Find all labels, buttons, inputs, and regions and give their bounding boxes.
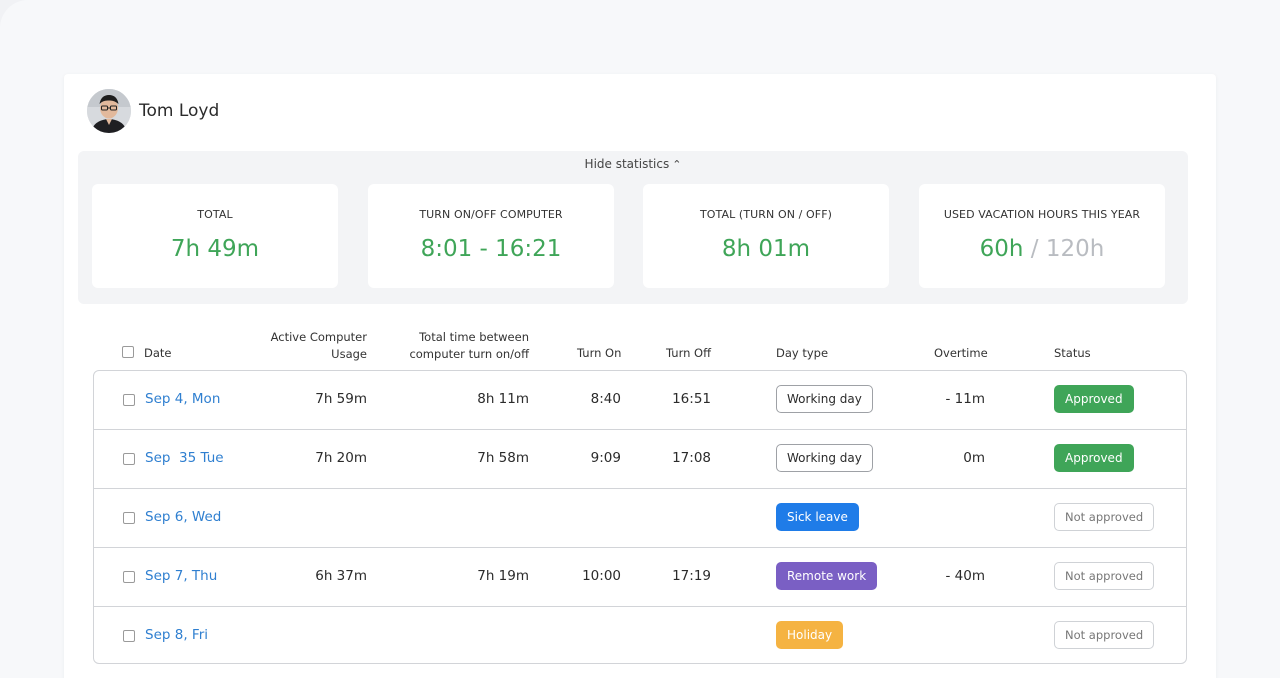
vacation-limit: 120h — [1045, 236, 1105, 262]
vacation-separator: / — [1030, 236, 1039, 262]
stat-value: 8h 01m — [721, 236, 811, 262]
table-row: Sep 8, Fri Holiday Not approved — [94, 607, 1186, 663]
status-badge[interactable]: Not approved — [1054, 503, 1155, 531]
header-total-line2: computer turn on/off — [409, 347, 529, 361]
row-total-time: 7h 58m — [477, 450, 529, 466]
status-cell: Not approved — [1054, 548, 1155, 606]
status-cell: Not approved — [1054, 489, 1155, 547]
day-type-cell: Working day — [776, 430, 873, 488]
header-turn-off: Turn Off — [666, 346, 712, 360]
statistics-panel: Hide statistics ⌃ TOTAL 7h 49m TURN ON/OF… — [78, 151, 1188, 304]
select-all-checkbox[interactable] — [122, 346, 134, 358]
day-type-badge[interactable]: Holiday — [776, 621, 844, 649]
stat-value: 7h 49m — [170, 236, 260, 262]
double-chevron-up-icon: ⌃ — [672, 158, 682, 171]
stat-value: 8:01 - 16:21 — [420, 236, 562, 262]
row-total-time: 7h 19m — [477, 568, 529, 584]
row-turn-off: 16:51 — [672, 391, 711, 407]
table-row: Sep 6, Wed Sick leave Not approved — [94, 489, 1186, 548]
row-checkbox[interactable] — [123, 630, 135, 642]
stat-label: TURN ON/OFF COMPUTER — [419, 208, 563, 221]
row-active-usage: 6h 37m — [315, 568, 367, 584]
hide-statistics-button[interactable]: Hide statistics ⌃ — [78, 157, 1188, 171]
row-overtime: 0m — [963, 450, 985, 466]
header-total-time: Total time between computer turn on/off — [379, 329, 529, 363]
row-date-link[interactable]: Sep 4, Mon — [145, 371, 220, 429]
row-checkbox[interactable] — [123, 394, 135, 406]
status-badge[interactable]: Not approved — [1054, 621, 1155, 649]
status-cell: Not approved — [1054, 607, 1155, 663]
row-date-link[interactable]: Sep 8, Fri — [145, 607, 208, 663]
status-cell: Approved — [1054, 430, 1134, 488]
stat-label: TOTAL (TURN ON / OFF) — [699, 208, 833, 221]
row-total-time: 8h 11m — [477, 391, 529, 407]
header-total-line1: Total time between — [419, 330, 529, 344]
stat-card-turn-on-off: TURN ON/OFF COMPUTER 8:01 - 16:21 — [368, 184, 614, 288]
user-header: Tom Loyd — [87, 89, 219, 133]
stat-card-total-turn-on-off: TOTAL (TURN ON / OFF) 8h 01m — [643, 184, 889, 288]
user-photo-icon — [87, 89, 131, 133]
row-checkbox[interactable] — [123, 512, 135, 524]
header-day-type: Day type — [776, 346, 829, 360]
table-row: Sep 35 Tue 7h 20m 7h 58m 9:09 17:08 Work… — [94, 430, 1186, 489]
status-badge[interactable]: Approved — [1054, 385, 1134, 413]
table-row: Sep 7, Thu 6h 37m 7h 19m 10:00 17:19 Rem… — [94, 548, 1186, 607]
stat-label: TOTAL — [197, 208, 233, 221]
row-checkbox[interactable] — [123, 571, 135, 583]
row-active-usage: 7h 20m — [315, 450, 367, 466]
day-type-badge[interactable]: Working day — [776, 444, 873, 472]
row-date-link[interactable]: Sep 7, Thu — [145, 548, 217, 606]
header-active-line1: Active Computer — [270, 330, 367, 344]
status-cell: Approved — [1054, 371, 1134, 429]
header-date: Date — [144, 346, 172, 360]
header-status: Status — [1054, 346, 1091, 360]
day-type-cell: Holiday — [776, 607, 844, 663]
user-name: Tom Loyd — [139, 101, 220, 121]
header-turn-on: Turn On — [577, 346, 622, 360]
stat-card-total: TOTAL 7h 49m — [92, 184, 338, 288]
stat-value: 60h / 120h — [919, 236, 1165, 262]
avatar[interactable] — [87, 89, 131, 133]
day-type-badge[interactable]: Remote work — [776, 562, 878, 590]
row-turn-on: 8:40 — [590, 391, 621, 407]
status-badge[interactable]: Approved — [1054, 444, 1134, 472]
hide-statistics-label: Hide statistics — [584, 157, 670, 171]
day-type-cell: Remote work — [776, 548, 878, 606]
day-type-badge[interactable]: Sick leave — [776, 503, 859, 531]
table-header: Date Active Computer Usage Total time be… — [93, 329, 1187, 369]
status-badge[interactable]: Not approved — [1054, 562, 1155, 590]
table-row: Sep 4, Mon 7h 59m 8h 11m 8:40 16:51 Work… — [94, 371, 1186, 430]
day-type-cell: Sick leave — [776, 489, 859, 547]
row-date-link[interactable]: Sep 35 Tue — [145, 430, 224, 488]
row-overtime: - 11m — [945, 391, 986, 407]
day-type-cell: Working day — [776, 371, 873, 429]
row-date-link[interactable]: Sep 6, Wed — [145, 489, 221, 547]
timesheet-table: Sep 4, Mon 7h 59m 8h 11m 8:40 16:51 Work… — [93, 370, 1187, 664]
row-turn-off: 17:19 — [672, 568, 711, 584]
header-overtime: Overtime — [934, 346, 988, 360]
timesheet-card: Tom Loyd Hide statistics ⌃ TOTAL 7h 49m T… — [64, 74, 1216, 678]
row-checkbox[interactable] — [123, 453, 135, 465]
day-type-badge[interactable]: Working day — [776, 385, 873, 413]
stat-label: USED VACATION HOURS THIS YEAR — [943, 208, 1141, 221]
header-active-line2: Usage — [331, 347, 367, 361]
row-overtime: - 40m — [945, 568, 986, 584]
row-turn-on: 10:00 — [582, 568, 621, 584]
row-turn-on: 9:09 — [590, 450, 621, 466]
stat-card-vacation-hours: USED VACATION HOURS THIS YEAR 60h / 120h — [919, 184, 1165, 288]
row-turn-off: 17:08 — [672, 450, 711, 466]
vacation-used: 60h — [979, 236, 1024, 262]
row-active-usage: 7h 59m — [315, 391, 367, 407]
header-active-usage: Active Computer Usage — [223, 329, 367, 363]
